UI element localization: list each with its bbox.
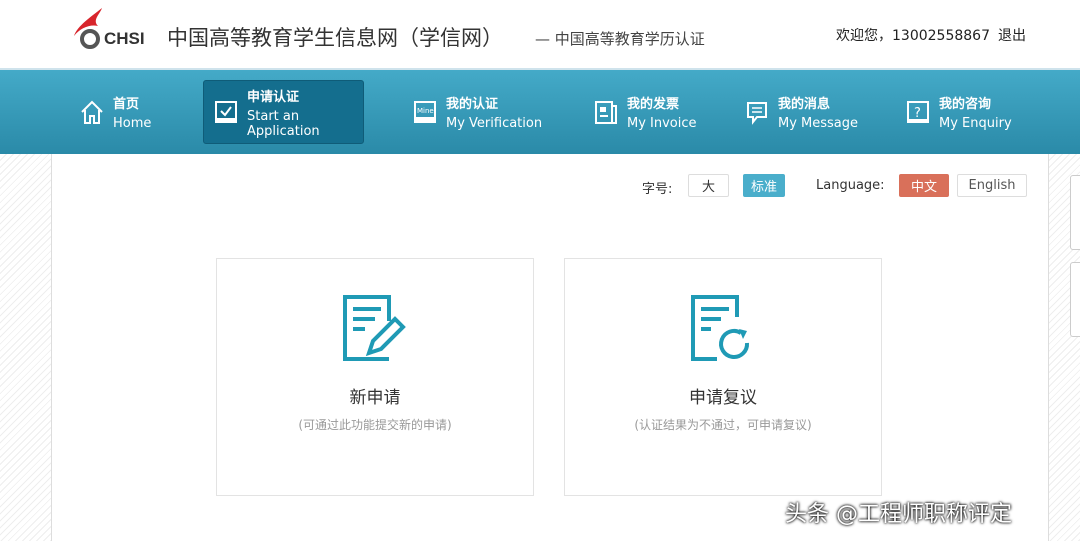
- font-large-button[interactable]: 大: [688, 174, 729, 197]
- nav-label-en: Home: [113, 116, 152, 131]
- language-label: Language:: [816, 178, 885, 193]
- check-icon: [214, 99, 238, 125]
- font-standard-button[interactable]: 标准: [743, 174, 785, 197]
- nav-label-en: My Enquiry: [939, 116, 1012, 131]
- nav-start-application[interactable]: 申请认证 Start an Application: [203, 80, 364, 144]
- left-margin: [0, 154, 52, 541]
- side-float-button[interactable]: [1070, 175, 1080, 250]
- site-subtitle: — 中国高等教育学历认证: [535, 30, 705, 48]
- header: CHSI 中国高等教育学生信息网（学信网） — 中国高等教育学历认证 欢迎您，1…: [0, 0, 1080, 70]
- nav-label-cn: 我的消息: [778, 97, 831, 112]
- nav-my-invoice[interactable]: 我的发票 My Invoice: [584, 80, 714, 144]
- nav-my-message[interactable]: 我的消息 My Message: [735, 80, 875, 144]
- main-nav: 首页 Home 申请认证 Start an Application Mine 我的认…: [0, 70, 1080, 154]
- nav-label-cn: 申请认证: [247, 89, 300, 105]
- logo-text: CHSI: [104, 29, 145, 48]
- nav-label-en: My Verification: [446, 116, 543, 131]
- svg-text:?: ?: [914, 106, 921, 121]
- question-icon: ?: [906, 99, 930, 125]
- font-size-label: 字号:: [642, 182, 673, 197]
- side-float-button[interactable]: [1070, 262, 1080, 337]
- user-greeting: 欢迎您，13002558867: [836, 28, 990, 44]
- nav-label-en: My Invoice: [627, 116, 697, 131]
- card-description: (可通过此功能提交新的申请): [298, 418, 452, 432]
- new-application-card[interactable]: 新申请 (可通过此功能提交新的申请): [216, 258, 534, 496]
- nav-label-cn: 我的咨询: [939, 97, 992, 112]
- card-title: 申请复议: [689, 388, 757, 408]
- nav-label-en: My Message: [778, 116, 859, 131]
- watermark: 头条 @工程师职称评定: [785, 502, 1012, 527]
- logout-link[interactable]: 退出: [998, 25, 1026, 45]
- nav-label-cn: 我的认证: [446, 97, 499, 112]
- nav-label-cn: 我的发票: [627, 97, 680, 112]
- card-title: 新申请: [349, 388, 401, 408]
- card-description: (认证结果为不通过，可申请复议): [634, 418, 812, 432]
- lang-english-button[interactable]: English: [957, 174, 1027, 197]
- message-icon: [745, 99, 769, 125]
- nav-label-en: Start an Application: [247, 108, 320, 139]
- nav-label-cn: 首页: [113, 97, 140, 112]
- refresh-document-icon: [691, 295, 750, 361]
- lang-chinese-button[interactable]: 中文: [899, 174, 949, 197]
- nav-my-verification[interactable]: Mine 我的认证 My Verification: [403, 80, 553, 144]
- nav-home[interactable]: 首页 Home: [70, 80, 180, 144]
- invoice-icon: [594, 99, 618, 125]
- mine-icon: Mine: [413, 99, 437, 125]
- nav-my-enquiry[interactable]: ? 我的咨询 My Enquiry: [896, 80, 1026, 144]
- reconsideration-card[interactable]: 申请复议 (认证结果为不通过，可申请复议): [564, 258, 882, 496]
- site-title: 中国高等教育学生信息网（学信网）: [167, 26, 503, 50]
- home-icon: [80, 99, 104, 125]
- edit-document-icon: [343, 295, 406, 361]
- svg-text:Mine: Mine: [417, 107, 434, 115]
